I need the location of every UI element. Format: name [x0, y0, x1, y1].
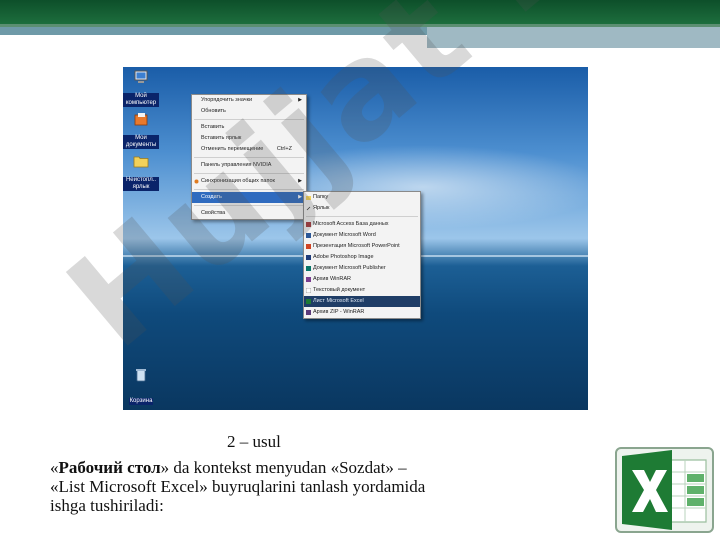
folder-icon	[306, 196, 311, 200]
submenu-item-winrar[interactable]: Архив WinRAR	[304, 274, 420, 285]
publisher-icon	[306, 266, 311, 271]
desktop-icon-my-documents[interactable]: Мои документы	[123, 111, 159, 151]
menu-item-refresh[interactable]: Обновить	[192, 106, 306, 117]
menu-separator	[194, 173, 304, 174]
excel-icon	[306, 299, 311, 304]
desktop-screenshot: Мой компьютер Мои документы Неистопл.. я…	[123, 67, 588, 410]
submenu-item-zip[interactable]: Архив ZIP - WinRAR	[304, 307, 420, 318]
zip-icon	[306, 310, 311, 315]
submenu-item-word[interactable]: Документ Microsoft Word	[304, 230, 420, 241]
desktop-icon-label: Корзина	[128, 398, 154, 405]
submenu-item-access[interactable]: Microsoft Access База данных	[304, 219, 420, 230]
submenu-arrow-icon: ▶	[298, 178, 302, 184]
menu-item-new[interactable]: Создать ▶	[192, 192, 306, 203]
shortcut-icon	[306, 206, 311, 211]
new-submenu: Папку Ярлык Microsoft Access База данных…	[303, 191, 421, 319]
menu-item-paste[interactable]: Вставить	[192, 122, 306, 133]
folder-icon	[133, 156, 149, 168]
winrar-icon	[306, 277, 311, 282]
menu-separator	[194, 157, 304, 158]
desktop-icon-recycle-bin[interactable]: Корзина	[123, 367, 159, 407]
menu-item-arrange-icons[interactable]: Упорядочить значки ▶	[192, 95, 306, 106]
menu-item-paste-shortcut[interactable]: Вставить ярлык	[192, 133, 306, 144]
submenu-item-text-document[interactable]: Текстовый документ	[304, 285, 420, 296]
submenu-item-folder[interactable]: Папку	[304, 192, 420, 203]
desktop-icon-my-computer[interactable]: Мой компьютер	[123, 69, 159, 109]
menu-separator	[194, 189, 304, 190]
caption-method-number: 2 – usul	[227, 432, 281, 451]
recycle-bin-icon	[136, 369, 146, 382]
menu-item-nvidia-panel[interactable]: Панель управления NVIDIA	[192, 160, 306, 171]
menu-item-sync-folders[interactable]: Синхронизация общих папок ▶	[192, 176, 306, 187]
text-document-icon	[306, 288, 311, 293]
slide-header-tab	[427, 27, 720, 48]
excel-logo-icon	[615, 447, 714, 533]
desktop-icon-folder[interactable]: Неистопл.. ярлык	[123, 153, 159, 193]
submenu-item-powerpoint[interactable]: Презентация Microsoft PowerPoint	[304, 241, 420, 252]
submenu-arrow-icon: ▶	[298, 194, 302, 200]
slide-header-bar	[0, 0, 720, 24]
submenu-item-excel[interactable]: Лист Microsoft Excel	[304, 296, 420, 307]
submenu-item-photoshop[interactable]: Adobe Photoshop Image	[304, 252, 420, 263]
submenu-arrow-icon: ▶	[298, 97, 302, 103]
submenu-item-shortcut[interactable]: Ярлык	[304, 203, 420, 214]
caption-bold-term: Рабочий стол	[58, 458, 161, 477]
desktop-icon-label: Мой компьютер	[123, 93, 159, 107]
submenu-item-publisher[interactable]: Документ Microsoft Publisher	[304, 263, 420, 274]
powerpoint-icon	[306, 244, 311, 249]
menu-separator	[306, 216, 418, 217]
my-documents-icon	[134, 113, 148, 126]
menu-item-undo-move[interactable]: Отменить перемещение Ctrl+Z	[192, 144, 306, 155]
menu-separator	[194, 119, 304, 120]
access-icon	[306, 222, 311, 227]
caption-text: «Рабочий стол» da kontekst menyudan «Soz…	[50, 458, 426, 515]
word-icon	[306, 233, 311, 238]
photoshop-icon	[306, 255, 311, 260]
sync-icon	[194, 179, 199, 184]
desktop-icon-label: Мои документы	[123, 135, 159, 149]
menu-separator	[194, 205, 304, 206]
desktop-context-menu: Упорядочить значки ▶ Обновить Вставить В…	[191, 94, 307, 220]
menu-item-properties[interactable]: Свойства	[192, 208, 306, 219]
desktop-icon-label: Неистопл.. ярлык	[123, 177, 159, 191]
menu-shortcut: Ctrl+Z	[276, 146, 292, 152]
my-computer-icon	[134, 70, 148, 83]
